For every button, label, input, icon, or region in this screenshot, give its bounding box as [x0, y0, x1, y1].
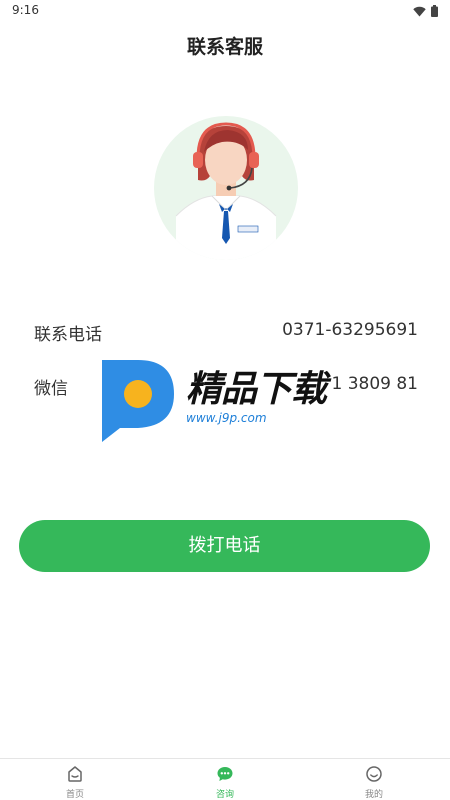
agent-illustration	[175, 122, 277, 260]
tab-consult-label: 咨询	[215, 790, 234, 800]
page-title: 联系客服	[186, 36, 263, 58]
wifi-icon	[413, 6, 426, 16]
watermark-overlay: 精品下载 www.j9p.com	[98, 356, 358, 444]
tab-home[interactable]: 首页	[45, 765, 105, 800]
watermark-brand: 精品下载	[186, 369, 327, 410]
status-time: 9:16	[12, 3, 39, 17]
tab-home-label: 首页	[65, 790, 84, 800]
customer-service-avatar	[154, 116, 298, 260]
phone-label: 联系电话	[34, 325, 102, 345]
tab-consult[interactable]: 咨询	[195, 765, 255, 800]
home-icon	[68, 766, 82, 782]
status-bar: 9:16	[0, 0, 450, 22]
bottom-tab-bar: 首页 咨询 我的	[0, 758, 450, 800]
tab-mine[interactable]: 我的	[344, 765, 404, 800]
battery-icon	[431, 5, 438, 17]
wechat-label: 微信	[34, 379, 68, 399]
chat-icon	[217, 767, 233, 781]
status-icons	[413, 5, 438, 17]
smile-icon	[366, 766, 382, 782]
watermark-url: www.j9p.com	[186, 411, 267, 425]
phone-value: 0371-63295691	[282, 320, 418, 340]
phone-row: 联系电话 0371-63295691	[34, 320, 418, 348]
watermark-logo-icon	[102, 360, 174, 442]
tab-mine-label: 我的	[364, 790, 383, 800]
call-button[interactable]: 拨打电话	[19, 520, 430, 572]
